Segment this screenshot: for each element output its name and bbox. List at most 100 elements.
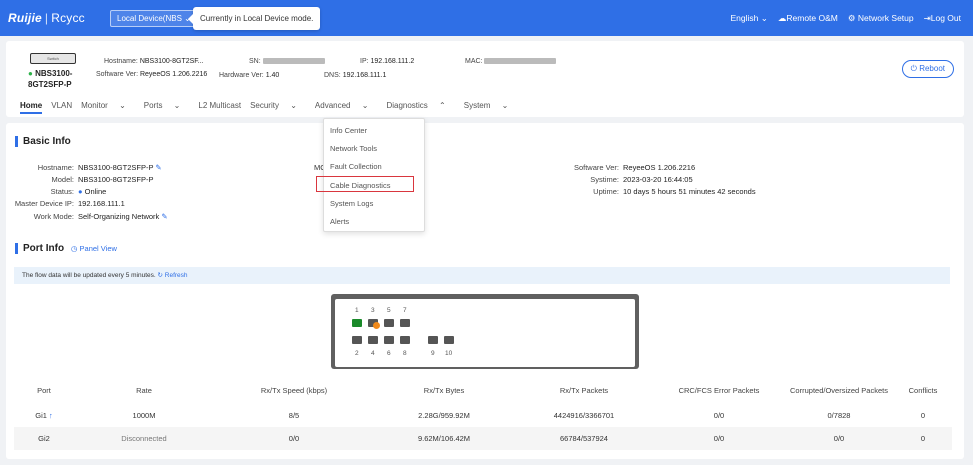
basic-hostname-value[interactable]: NBS3100-8GT2SFP-P: [78, 163, 153, 172]
remote-om-label: Remote O&M: [786, 13, 838, 23]
port-3[interactable]: [368, 319, 380, 329]
network-setup-link[interactable]: ⚙ Network Setup: [848, 13, 914, 24]
cell-corrupted: 0/0: [784, 427, 894, 450]
switch-panel: 1 3 5 7 2 4 6 8 9 10: [331, 294, 639, 369]
port-2[interactable]: [352, 336, 362, 344]
cell-port: Gi1 ↑: [14, 404, 74, 427]
mac-redacted: [484, 58, 557, 65]
language-label: English: [730, 13, 759, 23]
port-info-title: Port Info ◷ Panel View: [15, 243, 117, 254]
nav-monitor-label: Monitor: [81, 101, 108, 110]
col-corrupted: Corrupted/Oversized Packets: [790, 386, 888, 395]
refresh-label: Refresh: [164, 272, 188, 279]
logout-link[interactable]: ⇥Log Out: [924, 13, 961, 24]
nav-system[interactable]: System ⌄: [464, 101, 518, 114]
cell-conflicts: 0: [920, 411, 926, 420]
basic-uptime: Uptime: 10 days 5 hours 51 minutes 42 sec…: [531, 187, 755, 196]
cell-bytes: 2.28G/959.92M: [418, 411, 470, 420]
port-10[interactable]: [444, 336, 454, 344]
cell-rate: 1000M: [132, 411, 156, 420]
network-icon: ⚙: [847, 13, 856, 23]
port-7[interactable]: [400, 319, 410, 327]
device-name-line1: NBS3100-: [35, 69, 73, 78]
basic-model-value: NBS3100-8GT2SFP-P: [78, 175, 154, 184]
cell-packets: 66784/537924: [514, 427, 654, 450]
cell-crc: 0/0: [654, 427, 784, 450]
hostname-label: Hostname:: [104, 58, 138, 65]
port-8[interactable]: [400, 336, 410, 344]
menu-fault-collection[interactable]: Fault Collection: [330, 162, 382, 171]
menu-alerts[interactable]: Alerts: [330, 217, 349, 226]
mode-tooltip: Currently in Local Device mode.: [187, 7, 321, 30]
col-bytes: Rx/Tx Bytes: [423, 386, 465, 395]
port-6[interactable]: [384, 336, 394, 344]
panel-view-link[interactable]: ◷ Panel View: [71, 244, 117, 253]
device-card: Switch ● NBS3100- 8GT2SFP-P Hostname: NB…: [6, 41, 964, 117]
port-number-9: 9: [431, 350, 435, 357]
cell-speed: 8/5: [288, 411, 300, 420]
port-number-4: 4: [371, 350, 375, 357]
basic-status-label: Status:: [50, 187, 74, 196]
logout-icon: ⇥: [923, 13, 931, 23]
nav-advanced[interactable]: Advanced ⌄: [315, 101, 378, 114]
basic-status: Status: ● Online: [6, 187, 107, 196]
device-mode-select[interactable]: Local Device(NBS ⌄: [110, 10, 198, 27]
menu-network-tools[interactable]: Network Tools: [330, 144, 377, 153]
flow-notice: The flow data will be updated every 5 mi…: [14, 267, 950, 284]
basic-master-value[interactable]: 192.168.111.1: [78, 199, 125, 208]
table-header-row: Port Rate Rx/Tx Speed (kbps) Rx/Tx Bytes…: [14, 377, 952, 404]
device-mac: MAC:: [465, 58, 557, 65]
dns-label: DNS:: [324, 72, 341, 79]
basic-master-ip: Master Device IP: 192.168.111.1: [6, 199, 125, 208]
nav-home[interactable]: Home: [20, 101, 43, 114]
logo-brand: Ruijie: [8, 11, 42, 25]
menu-info-center[interactable]: Info Center: [330, 126, 367, 135]
nav-ports-label: Ports: [143, 101, 163, 110]
menu-system-logs[interactable]: System Logs: [330, 199, 373, 208]
port-1-up[interactable]: [352, 319, 362, 327]
col-port: Port: [37, 386, 51, 395]
chevron-down-icon: ⌄: [760, 13, 768, 23]
basic-status-value: Online: [84, 187, 107, 196]
port-number-6: 6: [387, 350, 391, 357]
port-4[interactable]: [368, 336, 378, 344]
basic-systime-label: Systime:: [590, 175, 619, 184]
nav-monitor[interactable]: Monitor ⌄: [81, 101, 135, 114]
port-9[interactable]: [428, 336, 438, 344]
flow-note-text: The flow data will be updated every 5 mi…: [22, 272, 156, 279]
sn-label: SN:: [249, 58, 261, 65]
basic-workmode-value[interactable]: Self-Organizing Network: [78, 212, 159, 221]
edit-icon[interactable]: ✎: [155, 163, 161, 172]
cell-bytes: 9.62M/106.42M: [374, 427, 514, 450]
logout-label: Log Out: [930, 13, 961, 23]
reboot-button[interactable]: ⏻ Reboot: [901, 60, 954, 78]
chevron-down-icon: ⌄: [173, 101, 181, 110]
table-row[interactable]: Gi2 Disconnected 0/0 9.62M/106.42M 66784…: [14, 427, 952, 450]
edit-icon[interactable]: ✎: [161, 212, 167, 221]
diagnostics-dropdown: Info Center Network Tools Fault Collecti…: [323, 118, 425, 232]
basic-info-title: Basic Info: [15, 136, 71, 147]
power-icon: ⏻: [910, 64, 917, 73]
port-table: Port Rate Rx/Tx Speed (kbps) Rx/Tx Bytes…: [14, 377, 952, 450]
nav-security-label: Security: [250, 101, 279, 110]
device-sn: SN:: [249, 58, 325, 65]
nav-ports[interactable]: Ports ⌄: [144, 101, 190, 114]
nav-diagnostics[interactable]: Diagnostics ⌃: [386, 101, 454, 114]
nav-vlan[interactable]: VLAN: [51, 101, 72, 114]
port-5[interactable]: [384, 319, 394, 327]
remote-om-link[interactable]: ☁Remote O&M: [778, 13, 838, 24]
basic-sw-label: Software Ver:: [573, 163, 619, 172]
port-number-2: 2: [355, 350, 359, 357]
nav-security[interactable]: Security ⌄: [250, 101, 306, 114]
table-row[interactable]: Gi1 ↑ 1000M 8/5 2.28G/959.92M 4424916/33…: [14, 404, 952, 427]
refresh-link[interactable]: ↻ Refresh: [158, 272, 188, 279]
hw-label: Hardware Ver:: [219, 72, 264, 79]
main-content: Basic Info Hostname: NBS3100-8GT2SFP-P ✎ …: [6, 123, 964, 459]
nav-l2-multicast[interactable]: L2 Multicast: [198, 101, 241, 114]
col-speed: Rx/Tx Speed (kbps): [260, 386, 328, 395]
basic-systime: Systime: 2023-03-20 16:44:05: [531, 175, 692, 184]
basic-model-label: Model:: [51, 175, 74, 184]
language-select[interactable]: English ⌄: [730, 13, 767, 24]
logo-sub: Rcycc: [51, 11, 85, 25]
cell-crc: 0/0: [713, 411, 725, 420]
